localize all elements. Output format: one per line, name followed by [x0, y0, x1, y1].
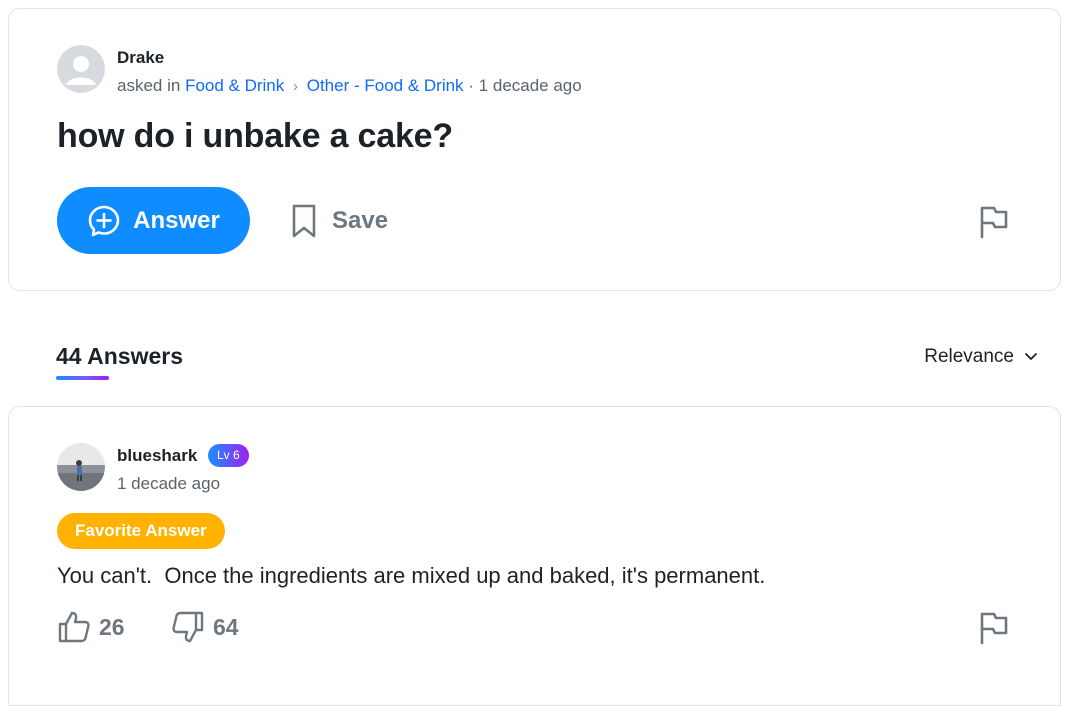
answerer-avatar[interactable]: [57, 443, 105, 491]
chevron-down-icon: [1025, 353, 1037, 360]
breadcrumb-chevron-icon: ›: [293, 78, 298, 95]
flag-icon: [980, 206, 1008, 239]
answerer-name[interactable]: blueshark: [117, 446, 197, 466]
bookmark-icon: [292, 204, 316, 238]
category-link[interactable]: Food & Drink: [185, 76, 284, 95]
answer-text: You can't. Once the ingredients are mixe…: [57, 563, 766, 588]
answer-time: 1 decade ago: [117, 474, 221, 493]
answers-tab-indicator: [56, 376, 109, 380]
default-user-icon: [57, 45, 105, 93]
thumbs-down-button[interactable]: 64: [171, 610, 239, 644]
subcategory-link[interactable]: Other - Food & Drink: [307, 76, 464, 95]
asker-name[interactable]: Drake: [117, 48, 164, 68]
thumbs-up-icon: [58, 611, 90, 643]
sort-dropdown[interactable]: Relevance: [924, 346, 1038, 368]
answers-count: 44 Answers: [56, 343, 183, 369]
thumbs-down-count: 64: [213, 613, 239, 640]
report-question-button[interactable]: [978, 205, 1010, 244]
save-button-label: Save: [332, 207, 389, 234]
question-time: · 1 decade ago: [468, 76, 582, 95]
asked-in-label: asked in: [117, 76, 181, 95]
thumbs-up-button[interactable]: 26: [57, 610, 125, 644]
level-badge: Lv 6: [208, 444, 249, 467]
thumbs-down-icon: [172, 611, 204, 643]
question-card: Drake asked in Food & Drink › Other - Fo…: [8, 8, 1061, 291]
report-answer-button[interactable]: [978, 611, 1010, 650]
user-photo-icon: [57, 443, 105, 491]
answer-button[interactable]: Answer: [57, 187, 250, 254]
save-button[interactable]: Save: [292, 201, 388, 241]
question-title: how do i unbake a cake?: [57, 117, 453, 155]
question-meta: asked in Food & Drink › Other - Food & D…: [117, 76, 582, 96]
flag-icon: [980, 612, 1008, 645]
answer-card: blueshark Lv 6 1 decade ago Favorite Ans…: [8, 406, 1061, 706]
answer-button-label: Answer: [133, 206, 220, 234]
favorite-answer-badge: Favorite Answer: [57, 513, 225, 549]
asker-avatar[interactable]: [57, 45, 105, 93]
add-comment-icon: [88, 205, 120, 236]
thumbs-up-count: 26: [99, 613, 125, 640]
sort-dropdown-value: Relevance: [924, 346, 1014, 367]
